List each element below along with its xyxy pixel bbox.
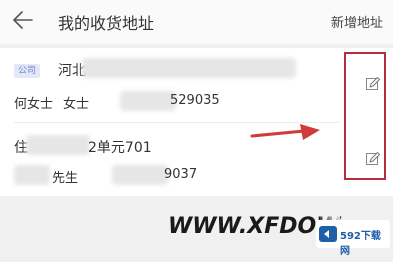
edit-address-2-icon[interactable] — [365, 151, 381, 167]
annotation-arrow-icon — [250, 124, 320, 140]
address-tag-company: 公司 — [14, 64, 41, 78]
edit-address-1-icon[interactable] — [365, 76, 381, 92]
address-2-recipient[interactable]: 先生 — [52, 167, 78, 186]
recipient-title: 女士 — [63, 97, 90, 112]
redacted-phone-2 — [112, 165, 168, 185]
address-1-phone: 529035 — [170, 93, 220, 108]
redacted-name-2 — [14, 165, 50, 185]
app-header: 我的收货地址 新增地址 — [0, 0, 393, 44]
site-logo: 592下载网 — [316, 220, 390, 257]
recipient-name: 何女士 — [14, 97, 54, 112]
redacted-address-1 — [82, 58, 296, 78]
address-2-phone: 9037 — [164, 167, 198, 182]
address-2-text[interactable]: 2单元701 — [88, 137, 152, 157]
logo-mark-icon — [319, 226, 337, 242]
add-address-button[interactable]: 新增地址 — [331, 12, 383, 31]
back-arrow-icon[interactable] — [8, 8, 36, 32]
page-title: 我的收货地址 — [58, 14, 155, 33]
site-watermark: WWW.XFDOW — [168, 214, 341, 239]
address-1-recipient[interactable]: 何女士 女士 — [14, 93, 89, 112]
redacted-address-2 — [26, 135, 90, 155]
logo-text: 592下载网 — [340, 231, 381, 257]
redacted-phone-1 — [120, 91, 176, 111]
